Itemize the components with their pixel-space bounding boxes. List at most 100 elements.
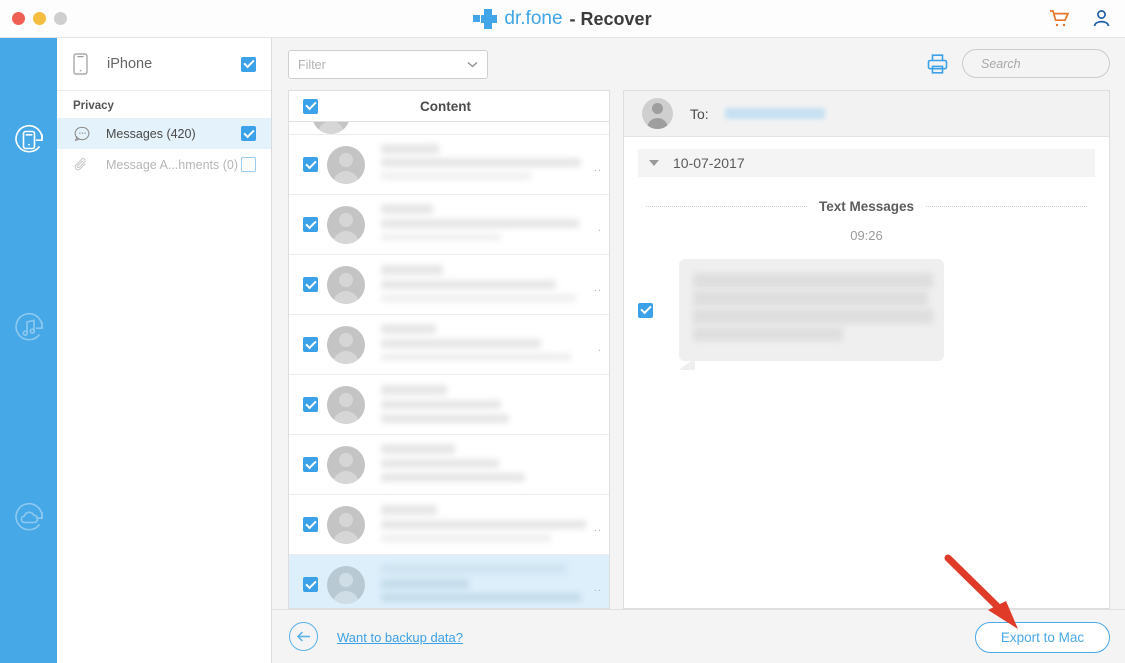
section-title: Text Messages — [818, 199, 915, 214]
filter-dropdown[interactable]: Filter — [288, 50, 488, 79]
titlebar-actions — [1049, 9, 1111, 28]
footer: Want to backup data? Export to Mac — [272, 609, 1125, 663]
list-item-overflow: .. — [593, 282, 602, 294]
paperclip-icon — [74, 157, 92, 173]
sidebar-group-title: Privacy — [73, 100, 114, 112]
sidebar-device-checkbox[interactable] — [241, 56, 256, 72]
avatar — [327, 205, 365, 244]
music-recovery-icon[interactable] — [9, 308, 49, 348]
brand-module: - Recover — [569, 8, 652, 29]
export-to-mac-label: Export to Mac — [1000, 630, 1085, 645]
triangle-down-icon[interactable] — [649, 160, 659, 166]
sidebar-item-message-attachments-label: Message A...hments (0) — [106, 157, 239, 172]
avatar — [327, 145, 365, 184]
sidebar: iPhone Privacy Messages (420) Message A.… — [57, 38, 272, 663]
avatar — [327, 445, 365, 484]
search-box[interactable] — [962, 49, 1125, 78]
list-item-checkbox[interactable] — [303, 577, 318, 592]
search-input[interactable] — [981, 56, 1125, 71]
iphone-device-icon — [73, 53, 91, 75]
list-item-content-redacted — [377, 562, 609, 608]
titlebar: dr.fone - Recover — [0, 0, 1125, 38]
date-group-label: 10-07-2017 — [673, 155, 745, 171]
sidebar-device-row[interactable]: iPhone — [57, 38, 271, 91]
to-recipient-redacted — [724, 108, 825, 119]
list-item[interactable]: .. — [289, 255, 609, 315]
backup-data-link[interactable]: Want to backup data? — [337, 630, 463, 645]
select-all-checkbox[interactable] — [303, 98, 318, 114]
drfone-recover-window: dr.fone - Recover iPhone Privacy Message… — [0, 0, 1125, 663]
sidebar-item-messages[interactable]: Messages (420) — [57, 118, 271, 149]
detail-header: To: — [624, 91, 1109, 137]
section-divider: Text Messages — [646, 199, 1087, 214]
main-area: Filter Co — [272, 38, 1125, 663]
message-list-header: Content — [289, 91, 609, 122]
list-item-content-redacted — [377, 202, 609, 248]
list-item[interactable] — [289, 375, 609, 435]
phone-recovery-icon[interactable] — [9, 120, 49, 160]
module-rail — [0, 38, 57, 663]
list-item[interactable]: . — [289, 195, 609, 255]
toolbar: Filter — [272, 38, 1125, 90]
list-item[interactable]: .. — [289, 495, 609, 555]
list-column-header-content: Content — [420, 98, 471, 114]
pane-divider — [610, 90, 623, 609]
message-bubble[interactable] — [679, 259, 944, 361]
list-item-overflow: .. — [593, 582, 602, 594]
message-list-body[interactable]: .. . .. . .. .. — [289, 122, 609, 608]
back-button[interactable] — [289, 622, 318, 651]
printer-icon[interactable] — [926, 53, 949, 80]
list-item[interactable]: .. — [289, 555, 609, 608]
list-item[interactable]: . — [289, 315, 609, 375]
sidebar-item-message-attachments[interactable]: Message A...hments (0) — [57, 149, 271, 180]
message-bubble-icon — [74, 126, 92, 142]
message-detail-pane: To: 10-07-2017 Text Messages 09:26 — [623, 90, 1110, 609]
list-item-content-redacted — [377, 322, 609, 368]
list-item-checkbox[interactable] — [303, 157, 318, 172]
list-item-overflow: . — [597, 222, 602, 234]
message-checkbox[interactable] — [638, 302, 653, 318]
list-item-checkbox[interactable] — [303, 397, 318, 412]
list-item-content-redacted — [377, 442, 609, 488]
avatar — [327, 385, 365, 424]
content-panes: Content .. . .. . .. .. To: 10-07-2017 T… — [288, 90, 1110, 609]
sidebar-item-message-attachments-checkbox[interactable] — [241, 157, 256, 172]
avatar — [327, 505, 365, 544]
message-bubble-row — [624, 259, 1109, 361]
message-list-pane: Content .. . .. . .. .. — [288, 90, 610, 609]
brand: dr.fone - Recover — [0, 0, 1125, 38]
sidebar-device-label: iPhone — [107, 56, 153, 72]
list-item-checkbox[interactable] — [303, 337, 318, 352]
list-item[interactable]: .. — [289, 135, 609, 195]
list-item-checkbox[interactable] — [303, 457, 318, 472]
list-item-checkbox[interactable] — [303, 277, 318, 292]
list-item[interactable] — [289, 122, 609, 135]
list-item-checkbox[interactable] — [303, 517, 318, 532]
export-to-mac-button[interactable]: Export to Mac — [975, 622, 1110, 653]
list-item-overflow: . — [597, 342, 602, 354]
account-person-icon[interactable] — [1092, 9, 1111, 28]
drfone-cross-logo-icon — [473, 9, 498, 29]
arrow-left-icon — [296, 631, 310, 642]
list-item-content-redacted — [377, 502, 609, 548]
avatar — [327, 325, 365, 364]
dotted-line-left — [646, 206, 807, 207]
list-item[interactable] — [289, 435, 609, 495]
chevron-down-icon — [467, 62, 478, 68]
filter-value: Filter — [298, 57, 326, 72]
list-item-checkbox[interactable] — [303, 217, 318, 232]
sidebar-item-messages-checkbox[interactable] — [241, 126, 256, 141]
date-group-header[interactable]: 10-07-2017 — [638, 149, 1095, 177]
dotted-line-right — [926, 206, 1087, 207]
avatar — [327, 565, 365, 604]
cloud-recovery-icon[interactable] — [9, 498, 49, 538]
shopping-cart-icon[interactable] — [1049, 9, 1070, 28]
list-item-overflow: .. — [593, 522, 602, 534]
message-timestamp: 09:26 — [850, 228, 883, 243]
list-item-overflow: .. — [593, 162, 602, 174]
avatar — [327, 265, 365, 304]
list-item-content-redacted — [377, 382, 609, 428]
to-label: To: — [690, 105, 709, 122]
list-item-content-redacted — [377, 142, 609, 188]
message-content-redacted — [691, 271, 933, 349]
